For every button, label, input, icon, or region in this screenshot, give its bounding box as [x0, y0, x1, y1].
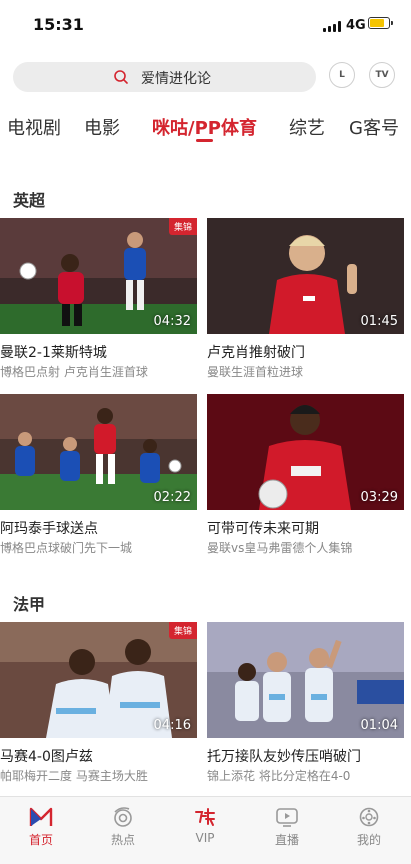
search-query: 爱情进化论: [141, 71, 211, 87]
video-title: 曼联2-1莱斯特城: [0, 345, 107, 361]
video-duration: 02:22: [153, 490, 191, 505]
nav-vip-label: VIP: [195, 831, 215, 845]
status-bar: 15:31 4G: [0, 0, 411, 50]
video-subtitle: 帕耶梅开二度 马赛主场大胜: [0, 769, 148, 783]
network-type: 4G: [346, 18, 366, 33]
battery-icon: [368, 17, 393, 29]
video-subtitle: 博格巴点射 卢克肖生涯首球: [0, 365, 148, 379]
tv-button[interactable]: TV: [369, 62, 395, 88]
nav-profile-label: 我的: [356, 833, 381, 847]
nav-profile[interactable]: 我的: [328, 797, 410, 864]
video-thumbnail[interactable]: 02:22: [0, 394, 197, 510]
search-input[interactable]: 爱情进化论: [13, 62, 316, 92]
tab-g-creators[interactable]: G客号: [349, 114, 399, 140]
video-duration: 03:29: [360, 490, 398, 505]
highlights-badge: 集锦: [168, 218, 197, 235]
tab-variety[interactable]: 综艺: [289, 114, 325, 140]
video-thumbnail[interactable]: 01:04: [207, 622, 404, 738]
video-thumbnail[interactable]: 01:45: [207, 218, 404, 334]
search-icon: [114, 70, 128, 84]
video-title: 可带可传未来可期: [207, 521, 319, 537]
video-duration: 04:32: [153, 314, 191, 329]
tab-tv-series[interactable]: 电视剧: [7, 114, 61, 140]
tab-migu-pp-sports[interactable]: 咪咕/PP体育: [152, 114, 257, 140]
video-title: 托万接队友妙传压哨破门: [207, 749, 361, 765]
profile-icon: [359, 807, 379, 827]
active-tab-indicator: [196, 139, 213, 142]
category-tabs: 电视剧 电影 咪咕/PP体育 综艺 G客号: [0, 104, 411, 152]
highlights-badge: 集锦: [168, 622, 197, 639]
video-duration: 01:04: [360, 718, 398, 733]
hotspot-icon: [114, 807, 132, 827]
video-duration: 04:16: [153, 718, 191, 733]
nav-hotspot-label: 热点: [110, 833, 135, 847]
nav-live-label: 直播: [274, 833, 299, 847]
video-subtitle: 曼联生涯首粒进球: [207, 365, 304, 379]
video-thumbnail[interactable]: 集锦 04:16: [0, 622, 197, 738]
tab-movies[interactable]: 电影: [84, 114, 120, 140]
vip-icon: [195, 808, 215, 826]
l-button[interactable]: L: [329, 62, 355, 88]
video-thumbnail[interactable]: 集锦 04:32: [0, 218, 197, 334]
nav-home[interactable]: 首页: [0, 797, 82, 864]
video-title: 阿玛泰手球送点: [0, 521, 98, 537]
section-title-ligue-1: 法甲: [13, 595, 46, 614]
nav-home-label: 首页: [28, 833, 53, 847]
video-subtitle: 曼联vs皇马弗雷德个人集锦: [207, 541, 353, 555]
section-title-premier-league: 英超: [13, 191, 46, 210]
home-icon: [29, 807, 53, 826]
video-subtitle: 锦上添花 将比分定格在4-0: [207, 769, 351, 783]
video-title: 卢克肖推射破门: [207, 345, 305, 361]
video-thumbnail[interactable]: 03:29: [207, 394, 404, 510]
nav-vip[interactable]: VIP: [164, 797, 246, 864]
video-subtitle: 博格巴点球破门先下一城: [0, 541, 133, 555]
nav-hotspot[interactable]: 热点: [82, 797, 164, 864]
video-duration: 01:45: [360, 314, 398, 329]
signal-icon: [323, 21, 343, 32]
live-icon: [276, 808, 298, 827]
nav-live[interactable]: 直播: [246, 797, 328, 864]
status-time: 15:31: [33, 15, 84, 34]
bottom-navigation: 首页 热点 VIP 直播 我的: [0, 796, 411, 864]
video-title: 马赛4-0图卢兹: [0, 749, 93, 765]
